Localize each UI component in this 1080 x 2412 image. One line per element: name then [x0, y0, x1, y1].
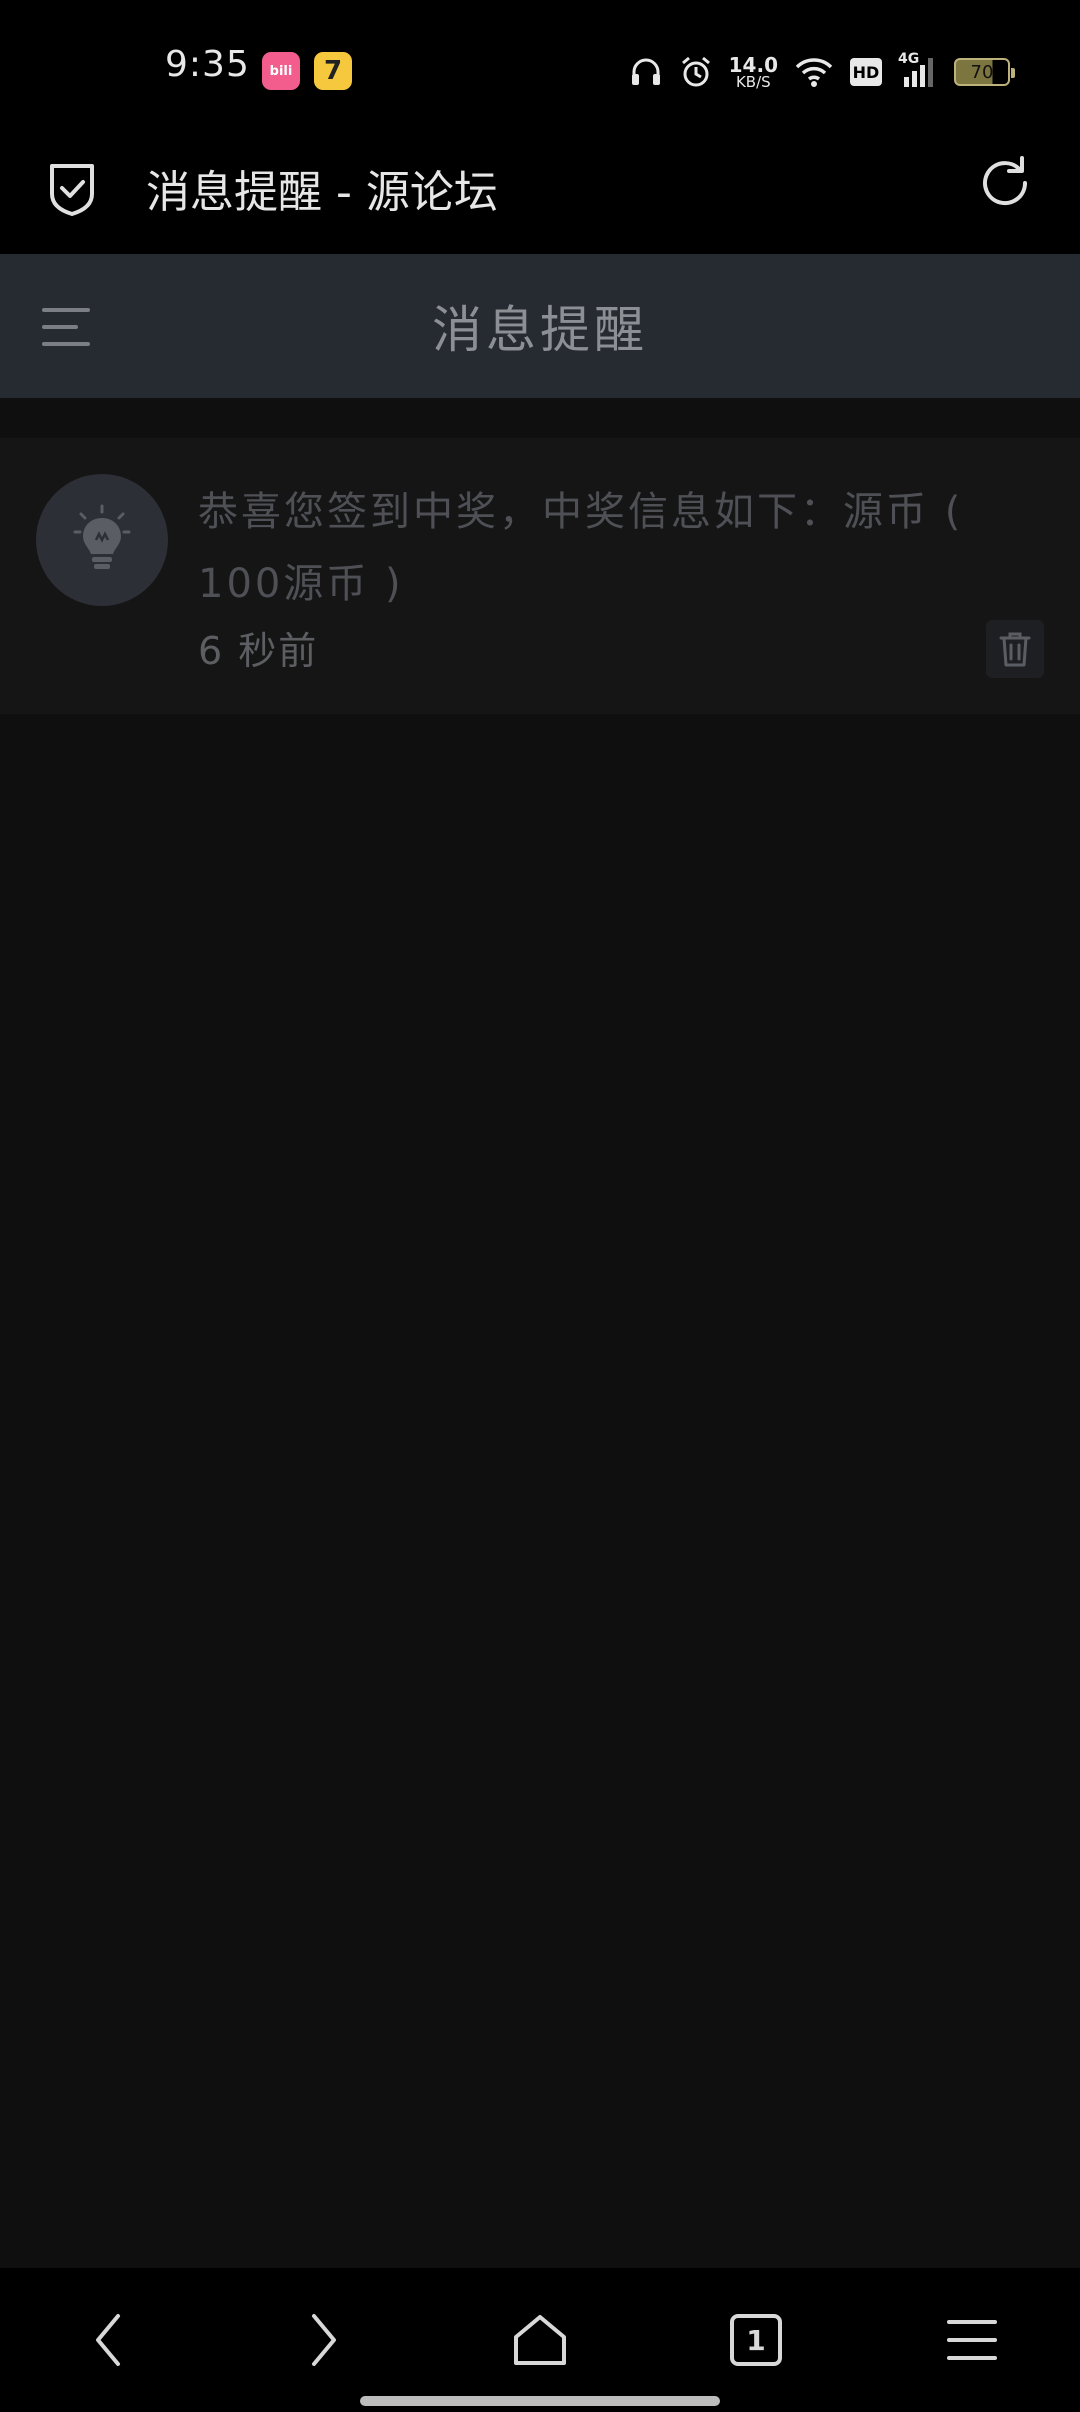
reload-icon: [983, 156, 1028, 206]
cell-signal-icon: 4G: [898, 51, 938, 89]
net-speed: 14.0 KB/S: [729, 55, 778, 90]
alarm-icon: [681, 56, 710, 87]
status-time: 9:35: [165, 44, 250, 85]
hd-badge: HD: [850, 58, 882, 86]
lightbulb-icon: [73, 504, 131, 569]
reload-button[interactable]: [976, 154, 1034, 212]
browser-toolbar: 消息提醒 - 源论坛: [0, 140, 1080, 254]
tab-count: 1: [746, 2323, 766, 2357]
security-shield-button[interactable]: [44, 158, 100, 218]
browser-bottom-nav: 1: [0, 2268, 1080, 2412]
menu-icon: [947, 2320, 997, 2360]
bilibili-app-icon: bili: [262, 52, 300, 90]
delete-notification-button[interactable]: [986, 620, 1044, 678]
battery-level: 70: [970, 61, 994, 83]
site-header: 消息提醒: [0, 254, 1080, 398]
spacer: [0, 398, 1080, 438]
net-speed-unit: KB/S: [735, 72, 771, 91]
browser-page-title[interactable]: 消息提醒 - 源论坛: [146, 156, 498, 220]
notification-text: 恭喜您签到中奖，中奖信息如下：源币 ( 100源币 ): [198, 489, 964, 607]
tabs-count-icon: 1: [730, 2314, 782, 2366]
home-button[interactable]: [504, 2308, 576, 2372]
notification-item[interactable]: 恭喜您签到中奖，中奖信息如下：源币 ( 100源币 ) 6 秒前: [0, 438, 1080, 714]
browser-menu-button[interactable]: [936, 2308, 1008, 2372]
forward-button[interactable]: [288, 2308, 360, 2372]
tabs-button[interactable]: 1: [720, 2308, 792, 2372]
chevron-right-icon: [312, 2314, 336, 2366]
page-title: 消息提醒: [432, 301, 648, 359]
home-indicator-bar[interactable]: [360, 2396, 720, 2406]
shield-check-icon: [50, 164, 94, 216]
status-bar: 9:35 bili 7 14.0 KB/S HD 4G 70: [0, 0, 1080, 140]
wifi-icon: [795, 58, 833, 87]
headphones-icon: [631, 58, 660, 85]
battery-indicator: 70: [954, 58, 1015, 86]
chevron-left-icon: [96, 2314, 120, 2366]
seven-app-icon: 7: [314, 52, 352, 90]
trash-icon: [999, 632, 1031, 667]
back-button[interactable]: [72, 2308, 144, 2372]
notification-avatar: [36, 474, 168, 606]
home-icon: [514, 2315, 566, 2365]
status-icons: 14.0 KB/S HD 4G 70: [629, 50, 1015, 94]
notification-time: 6 秒前: [198, 629, 319, 673]
net-speed-value: 14.0: [728, 52, 778, 77]
